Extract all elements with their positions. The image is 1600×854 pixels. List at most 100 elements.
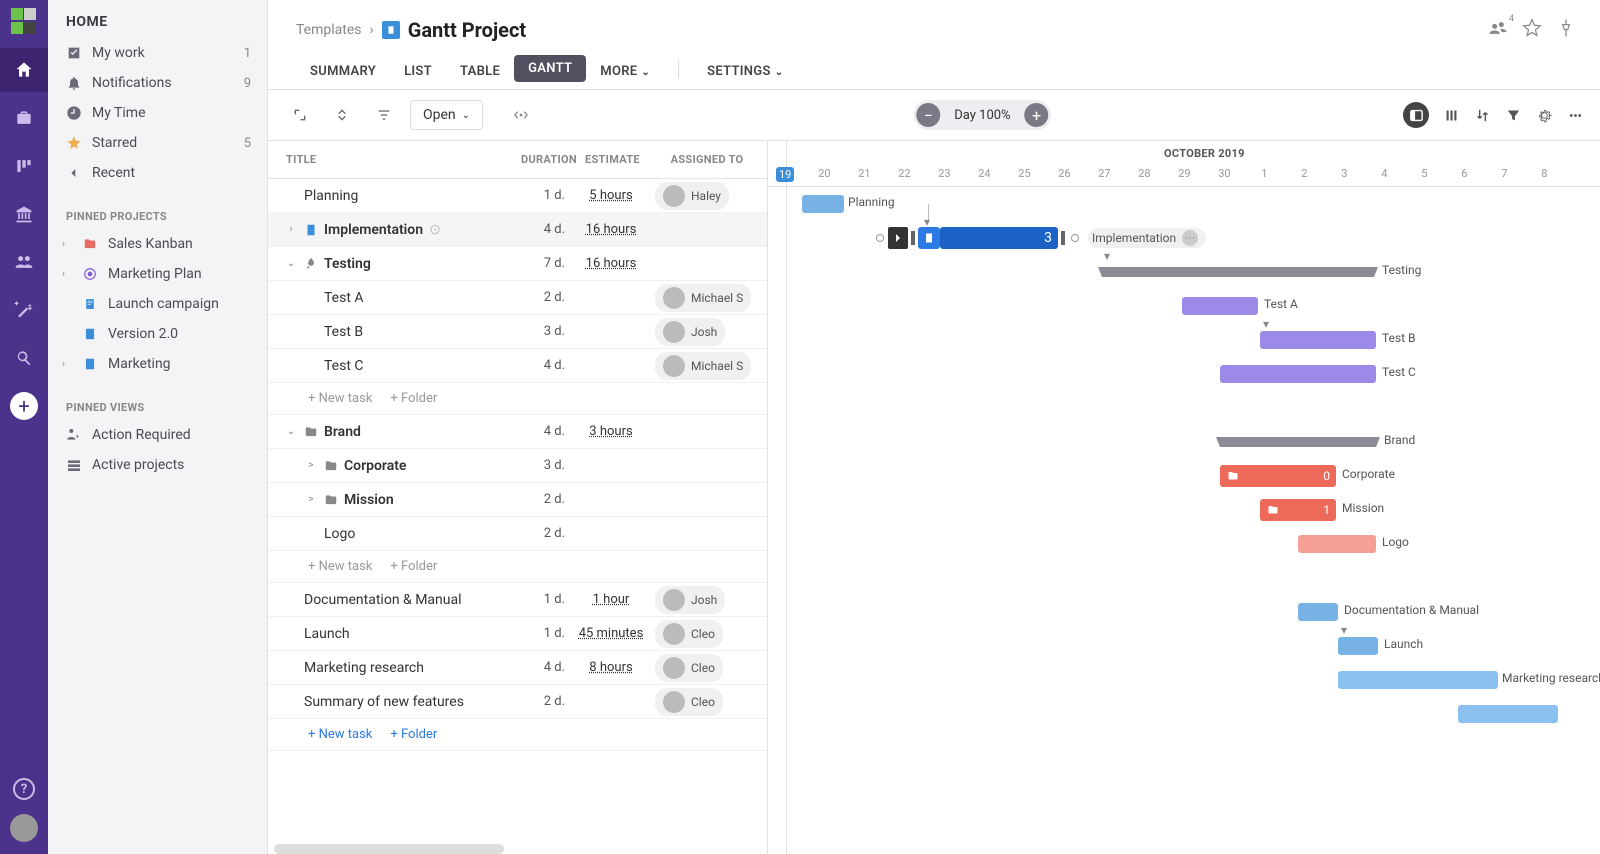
bar-summary[interactable] [1458, 705, 1558, 723]
bar-test-a[interactable] [1182, 297, 1258, 315]
settings-icon[interactable] [1536, 107, 1553, 124]
filter-rows-icon[interactable] [368, 101, 400, 129]
task-row[interactable]: Test C 4 d. Michael S [268, 349, 767, 383]
task-row[interactable]: Planning 1 d. 5 hours Haley [268, 179, 767, 213]
columns-icon[interactable] [1443, 107, 1460, 124]
view-active-projects[interactable]: Active projects [48, 450, 267, 480]
group-testing[interactable] [1102, 267, 1374, 277]
assignee-chip[interactable]: Michael S [655, 284, 751, 312]
sidebar-my-work[interactable]: My work1 [48, 38, 267, 68]
tab-list[interactable]: LIST [390, 54, 446, 89]
tab-more[interactable]: MORE⌄ [586, 54, 664, 89]
tab-gantt[interactable]: GANTT [514, 55, 586, 82]
col-estimate[interactable]: ESTIMATE [575, 141, 647, 178]
task-row[interactable]: Documentation & Manual 1 d. 1 hour Josh [268, 583, 767, 617]
user-avatar[interactable] [10, 814, 38, 842]
new-folder-link[interactable]: + Folder [390, 727, 437, 742]
share-icon[interactable]: 4 [1488, 18, 1508, 42]
task-row[interactable]: ⌄ Testing 7 d. 16 hours [268, 247, 767, 281]
bar-test-b[interactable] [1260, 331, 1376, 349]
filter-icon[interactable] [1505, 107, 1522, 124]
timeline[interactable]: OCTOBER 2019 192021222324252627282930123… [768, 141, 1600, 854]
tab-settings[interactable]: SETTINGS⌄ [693, 54, 797, 89]
project-marketing-plan[interactable]: ›Marketing Plan [48, 259, 267, 289]
task-row[interactable]: Test B 3 d. Josh [268, 315, 767, 349]
sidebar-recent[interactable]: Recent [48, 158, 267, 188]
project-launch-campaign[interactable]: Launch campaign [48, 289, 267, 319]
bar-test-c[interactable] [1220, 365, 1376, 383]
row-more-icon[interactable]: ⊙ [429, 222, 441, 238]
new-folder-link[interactable]: + Folder [390, 559, 437, 574]
rail-briefcase[interactable] [0, 96, 48, 140]
assignee-chip[interactable]: Haley [655, 182, 729, 210]
task-row[interactable]: Launch 1 d. 45 minutes Cleo [268, 617, 767, 651]
sidebar-notifications[interactable]: Notifications9 [48, 68, 267, 98]
expand-caret[interactable]: ⌄ [284, 426, 298, 437]
more-icon[interactable] [1567, 107, 1584, 124]
help-icon[interactable]: ? [13, 778, 35, 800]
expand-caret[interactable]: > [304, 460, 318, 471]
tab-summary[interactable]: SUMMARY [296, 54, 390, 89]
sidebar-my-time[interactable]: My Time [48, 98, 267, 128]
bar-launch[interactable] [1338, 637, 1378, 655]
view-action-required[interactable]: Action Required [48, 420, 267, 450]
group-brand[interactable] [1220, 437, 1376, 447]
more-dots-icon[interactable]: ⋯ [1182, 230, 1198, 246]
col-title[interactable]: TITLE [268, 141, 511, 178]
tab-table[interactable]: TABLE [446, 54, 514, 89]
expand-icon[interactable] [284, 101, 316, 129]
new-task-link[interactable]: + New task [308, 727, 372, 742]
assignee-chip[interactable]: Cleo [655, 688, 723, 716]
rail-search[interactable] [0, 336, 48, 380]
task-row[interactable]: Test A 2 d. Michael S [268, 281, 767, 315]
impl-doc-icon[interactable] [918, 227, 940, 249]
bar-mission[interactable]: 1 [1260, 499, 1336, 521]
zoom-out-button[interactable]: − [916, 103, 940, 127]
col-assigned[interactable]: ASSIGNED TO [647, 141, 767, 178]
rail-bank[interactable] [0, 192, 48, 236]
project-sales-kanban[interactable]: ›Sales Kanban [48, 229, 267, 259]
impl-marker-start[interactable] [888, 227, 908, 249]
assignee-chip[interactable]: Cleo [655, 654, 723, 682]
sort-icon[interactable] [1474, 107, 1491, 124]
task-row[interactable]: Marketing research 4 d. 8 hours Cleo [268, 651, 767, 685]
task-row[interactable]: Logo 2 d. [268, 517, 767, 551]
assignee-chip[interactable]: Michael S [655, 352, 751, 380]
collapse-icon[interactable] [326, 101, 358, 129]
rail-magic[interactable] [0, 288, 48, 332]
task-row[interactable]: › Implementation ⊙ 4 d. 16 hours [268, 213, 767, 247]
col-duration[interactable]: DURATION [511, 141, 575, 178]
rail-home[interactable] [0, 48, 48, 92]
layout-split-icon[interactable] [1403, 102, 1429, 128]
project-version[interactable]: Version 2.0 [48, 319, 267, 349]
rail-people[interactable] [0, 240, 48, 284]
impl-pill[interactable]: Implementation ⋯ [1088, 228, 1206, 248]
rail-board[interactable] [0, 144, 48, 188]
assignee-chip[interactable]: Cleo [655, 620, 723, 648]
jump-to-today-icon[interactable] [505, 101, 537, 129]
zoom-in-button[interactable]: + [1025, 103, 1049, 127]
new-folder-link[interactable]: + Folder [390, 391, 437, 406]
expand-caret[interactable]: > [304, 494, 318, 505]
expand-caret[interactable]: › [284, 224, 298, 235]
expand-caret[interactable]: ⌄ [284, 258, 298, 269]
new-task-link[interactable]: + New task [308, 559, 372, 574]
breadcrumb-templates[interactable]: Templates [296, 22, 362, 38]
task-row[interactable]: ⌄ Brand 4 d. 3 hours [268, 415, 767, 449]
task-row[interactable]: > Mission 2 d. [268, 483, 767, 517]
bar-corporate[interactable]: 0 [1220, 465, 1336, 487]
pin-icon[interactable] [1556, 18, 1576, 42]
star-icon[interactable] [1522, 18, 1542, 42]
bar-marketing[interactable] [1338, 671, 1498, 689]
sidebar-starred[interactable]: Starred5 [48, 128, 267, 158]
assignee-chip[interactable]: Josh [655, 586, 725, 614]
zoom-label[interactable]: Day 100% [940, 108, 1024, 123]
project-marketing[interactable]: ›Marketing [48, 349, 267, 379]
new-task-link[interactable]: + New task [308, 391, 372, 406]
task-row[interactable]: > Corporate 3 d. [268, 449, 767, 483]
rail-add-button[interactable]: + [10, 392, 38, 420]
bar-logo[interactable] [1298, 535, 1376, 553]
bar-doc[interactable] [1298, 603, 1338, 621]
open-dropdown[interactable]: Open⌄ [410, 100, 483, 130]
assignee-chip[interactable]: Josh [655, 318, 725, 346]
